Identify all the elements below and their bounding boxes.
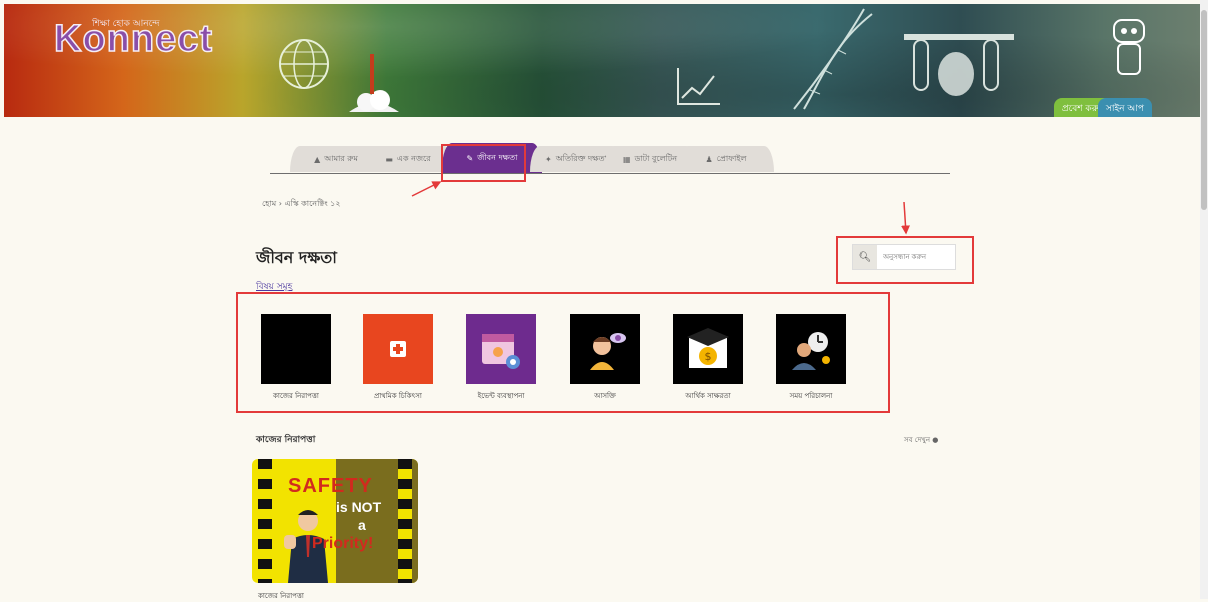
search-icon[interactable]: 🔍︎ xyxy=(853,245,877,269)
poster-line-1: SAFETY xyxy=(288,475,373,497)
category-financial-literacy[interactable]: $ আর্থিক সাক্ষরতা xyxy=(673,314,743,402)
poster-caption: কাজের নিরাপত্তা xyxy=(258,592,304,600)
category-time-management[interactable]: সময় পরিচালনা xyxy=(776,314,846,402)
category-label: কাজের নিরাপত্তা xyxy=(273,392,319,400)
category-label: আসক্তি xyxy=(594,392,616,400)
category-label: সময় পরিচালনা xyxy=(789,392,833,400)
logo-tagline: শিক্ষা হোক আনন্দে xyxy=(92,19,160,29)
category-grid: কাজের নিরাপত্তা প্রাথমিক চিকিৎসা ইভেন্ট … xyxy=(237,292,887,410)
globe-icon xyxy=(279,39,329,89)
arrow-to-search xyxy=(901,201,911,235)
arrow-to-tab xyxy=(411,181,442,197)
robot-icon xyxy=(1113,19,1145,75)
category-work-safety[interactable]: কাজের নিরাপত্তা xyxy=(261,314,331,402)
skill-icon: ✎ xyxy=(466,153,474,163)
scroll-thumb[interactable] xyxy=(1201,10,1207,210)
category-addiction[interactable]: আসক্তি xyxy=(570,314,640,402)
tab-label: ডাটা বুলেটিন xyxy=(634,153,678,163)
see-all-link[interactable]: সব দেখুন ● xyxy=(904,434,938,446)
book-icon: ▬ xyxy=(385,154,393,164)
poster-line-3: a xyxy=(358,517,366,533)
hazard-stripe xyxy=(258,459,272,583)
calendar-icon xyxy=(466,314,536,384)
signup-button[interactable]: সাইন আপ xyxy=(1097,98,1152,117)
first-aid-icon xyxy=(363,314,433,384)
header-banner: শিক্ষা হোক আনন্দে Konnect প্রবেশ করুন সা… xyxy=(4,4,1200,117)
tab-label: প্রোফাইল xyxy=(716,153,747,163)
tab-label: আমার রুম xyxy=(324,153,358,163)
search-box: 🔍︎ xyxy=(852,244,956,270)
category-first-aid[interactable]: প্রাথমিক চিকিৎসা xyxy=(363,314,433,402)
volcano-icon xyxy=(349,54,399,112)
breadcrumb[interactable]: হোম › এস্কি কানেক্টিং ১২ xyxy=(262,198,341,211)
lab-flasks-icon xyxy=(904,34,1014,96)
tab-profile[interactable]: ♟ প্রোফাইল xyxy=(678,146,774,172)
poster-line-4: Priority! xyxy=(312,535,374,552)
star-icon: ✦ xyxy=(545,154,552,164)
time-person-icon xyxy=(776,314,846,384)
section-title: কাজের নিরাপত্তা xyxy=(256,435,316,445)
tab-label: অতিরিক্ত দক্ষতা xyxy=(555,153,607,163)
tab-overview[interactable]: ▬ এক নজরে xyxy=(362,146,454,172)
dna-icon xyxy=(793,8,873,110)
category-label: প্রাথমিক চিকিৎসা xyxy=(374,392,422,400)
search-input[interactable] xyxy=(881,252,955,262)
chart-sketch-icon xyxy=(677,68,720,105)
category-label: আর্থিক সাক্ষরতা xyxy=(685,392,731,400)
main-tabs: ▲ আমার রুম ▬ এক নজরে ✎ জীবন দক্ষতা ✦ অতি… xyxy=(270,143,950,174)
tab-label: জীবন দক্ষতা xyxy=(477,152,518,162)
site-logo[interactable]: শিক্ষা হোক আনন্দে Konnect xyxy=(53,17,213,61)
svg-text:$: $ xyxy=(705,350,712,363)
tab-label: এক নজরে xyxy=(396,153,431,163)
tab-life-skills[interactable]: ✎ জীবন দক্ষতা xyxy=(442,143,542,173)
user-icon: ▲ xyxy=(314,154,321,164)
blank-thumbnail xyxy=(261,314,331,384)
document-icon: ▦ xyxy=(622,154,631,164)
vertical-scrollbar[interactable] xyxy=(1200,0,1208,599)
category-label: ইভেন্ট ব্যবস্থাপনা xyxy=(477,392,525,400)
page-title: জীবন দক্ষতা xyxy=(256,248,337,267)
hazard-stripe xyxy=(398,459,412,583)
poster-line-2: is NOT xyxy=(336,499,382,515)
profile-icon: ♟ xyxy=(705,154,713,164)
safety-poster-card[interactable]: SAFETY is NOT a Priority! xyxy=(252,459,418,583)
graduation-coin-icon: $ xyxy=(673,314,743,384)
category-event-management[interactable]: ইভেন্ট ব্যবস্থাপনা xyxy=(466,314,536,402)
person-eye-icon xyxy=(570,314,640,384)
